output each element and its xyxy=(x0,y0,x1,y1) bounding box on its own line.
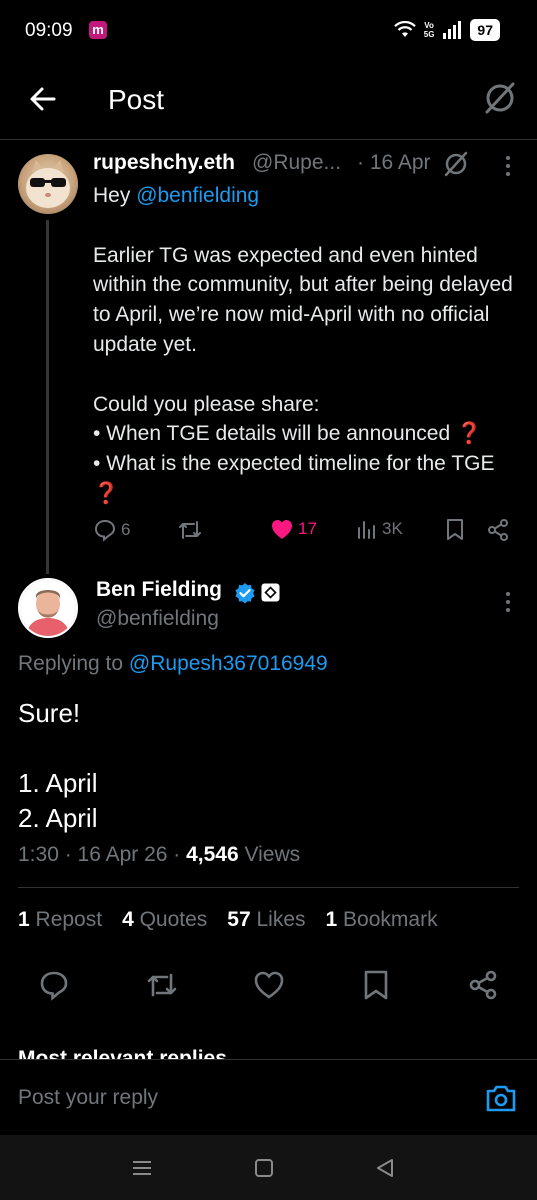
views-action[interactable]: 3K xyxy=(356,518,403,540)
share-icon xyxy=(488,519,508,541)
network-type-label: Vo 5G xyxy=(423,21,435,39)
back-arrow-icon[interactable] xyxy=(26,82,60,116)
view-count: 3K xyxy=(382,519,403,538)
reply-action[interactable]: 6 xyxy=(93,518,130,542)
likes-stat[interactable]: 57 Likes xyxy=(227,908,305,932)
repost-icon xyxy=(179,521,201,539)
status-indicators: Vo 5G 97 xyxy=(393,19,500,41)
mention-link[interactable]: @benfielding xyxy=(136,184,259,207)
cat-sunglasses-avatar-icon xyxy=(26,160,70,208)
analytics-icon xyxy=(358,521,375,539)
verified-badge-icon[interactable] xyxy=(234,582,256,604)
heart-filled-icon xyxy=(272,520,292,539)
replying-to: Replying to @Rupesh367016949 xyxy=(18,652,328,675)
divider xyxy=(18,887,519,888)
post-paragraph: Could you please share: xyxy=(93,392,320,416)
page-title: Post xyxy=(108,84,165,115)
replying-to-link[interactable]: @Rupesh367016949 xyxy=(129,652,328,675)
home-icon[interactable] xyxy=(253,1157,275,1179)
reply-icon xyxy=(94,519,116,542)
like-count: 17 xyxy=(298,519,317,538)
reply-icon[interactable] xyxy=(37,968,71,1002)
question-emoji: ❓ xyxy=(456,422,483,446)
back-triangle-icon[interactable] xyxy=(374,1157,396,1179)
app-notification-icon: m xyxy=(89,21,107,39)
more-options-icon[interactable] xyxy=(503,154,513,178)
post-body: Hey @benfielding Earlier TG was expected… xyxy=(93,181,523,509)
quotes-stat[interactable]: 4 Quotes xyxy=(122,908,207,932)
reply-action-bar xyxy=(0,968,537,1012)
bookmarks-stat[interactable]: 1 Bookmark xyxy=(326,908,438,932)
post-date[interactable]: · 16 Apr xyxy=(357,151,431,175)
engagement-stats: 1 Repost 4 Quotes 57 Likes 1 Bookmark xyxy=(18,908,438,932)
system-navigation-bar xyxy=(0,1135,537,1200)
bookmark-action[interactable] xyxy=(445,518,465,542)
reply-input[interactable]: Post your reply xyxy=(18,1086,158,1110)
camera-icon[interactable] xyxy=(485,1083,517,1113)
status-bar: 09:09 m Vo 5G 97 xyxy=(0,0,537,62)
post-timestamp-views: 1:30 · 16 Apr 26 · 4,546 Views xyxy=(18,843,301,866)
reply-count: 6 xyxy=(121,520,131,539)
repost-action[interactable] xyxy=(177,518,203,542)
recents-menu-icon[interactable] xyxy=(131,1157,153,1179)
signal-icon xyxy=(443,21,462,39)
share-action[interactable] xyxy=(486,518,510,542)
heart-icon[interactable] xyxy=(252,968,286,1002)
author-avatar[interactable] xyxy=(18,154,78,214)
person-avatar-icon xyxy=(20,580,76,636)
reply-author-avatar[interactable] xyxy=(18,578,78,638)
share-icon[interactable] xyxy=(466,968,500,1002)
repost-icon[interactable] xyxy=(145,968,179,1002)
more-options-icon[interactable] xyxy=(503,590,513,614)
reposts-stat[interactable]: 1 Repost xyxy=(18,908,102,932)
reply-composer-bar: Post your reply xyxy=(0,1059,537,1135)
replies-sort-dropdown[interactable]: Most relevant replies ⌄ xyxy=(18,1046,250,1060)
bookmark-icon xyxy=(447,519,463,540)
post-paragraph: Earlier TG was expected and even hinted … xyxy=(93,243,513,356)
author-display-name[interactable]: rupeshchy.eth xyxy=(93,151,235,175)
top-header: Post xyxy=(0,62,537,140)
wifi-icon xyxy=(393,21,416,37)
reply-body: Sure! 1. April 2. April xyxy=(18,698,98,833)
post-action-bar: 6 17 3K xyxy=(93,518,513,552)
grok-icon[interactable] xyxy=(483,80,517,116)
like-action[interactable]: 17 xyxy=(270,518,317,540)
battery-indicator: 97 xyxy=(470,19,500,41)
views-count: 4,546 xyxy=(186,843,239,866)
affiliation-badge-icon[interactable] xyxy=(261,583,280,602)
reply-author-handle[interactable]: @benfielding xyxy=(96,607,219,631)
reply-author-display-name[interactable]: Ben Fielding xyxy=(96,578,222,602)
thread-connector xyxy=(46,220,49,574)
status-time: 09:09 xyxy=(25,20,73,41)
author-handle[interactable]: @Rupe... xyxy=(252,151,341,175)
bookmark-icon[interactable] xyxy=(359,968,393,1002)
question-emoji: ❓ xyxy=(93,481,120,505)
grok-icon[interactable] xyxy=(443,150,469,178)
